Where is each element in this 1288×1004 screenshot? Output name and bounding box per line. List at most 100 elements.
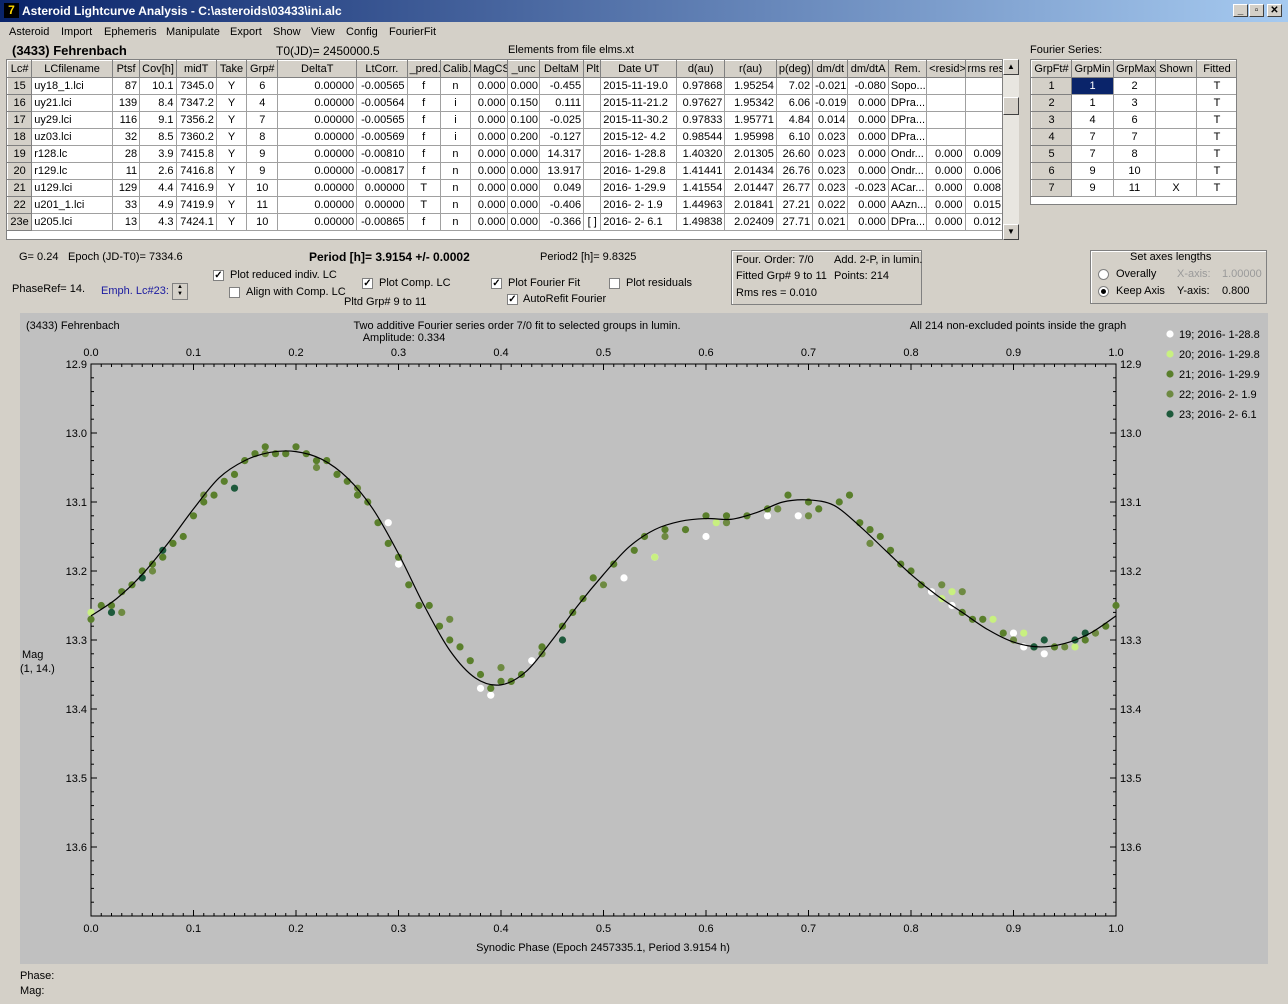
lc-cell[interactable] [583,145,602,163]
fourier-row-number[interactable]: 3 [1031,111,1072,129]
lc-cell[interactable]: 13.917 [538,162,585,180]
lc-cell[interactable]: 6.06 [775,94,814,112]
lc-cell[interactable] [583,196,602,214]
lc-cell[interactable]: 0.000 [470,77,509,95]
lc-col-header[interactable]: dm/dtA [847,60,889,78]
lc-cell[interactable]: 0.000 [507,145,540,163]
lc-cell[interactable]: 1.95771 [724,111,777,129]
lc-row-number[interactable]: 20 [7,162,33,180]
lc-cell[interactable]: 0.049 [538,179,585,197]
lc-cell[interactable]: uz03.lci [31,128,113,146]
fourier-col-header[interactable]: GrpMax [1113,60,1156,78]
lc-cell[interactable] [926,94,966,112]
keep-axis-radio[interactable] [1098,286,1109,297]
lc-col-header[interactable]: d(au) [675,60,726,78]
lc-cell[interactable]: 0.00000 [277,179,358,197]
lc-col-header[interactable]: Plt [583,60,602,78]
lc-cell[interactable]: 4.9 [139,196,177,214]
lc-cell[interactable]: 2015-11-19.0 [600,77,677,95]
lc-cell[interactable]: 11 [111,162,141,180]
overally-radio[interactable] [1098,269,1109,280]
lc-cell[interactable]: T [406,179,441,197]
lc-col-header[interactable]: Date UT [600,60,677,78]
lc-cell[interactable] [964,128,1002,146]
scroll-down-icon[interactable]: ▼ [1003,224,1019,240]
lc-cell[interactable]: 2.01305 [724,145,777,163]
lc-cell[interactable]: -0.023 [847,179,889,197]
lc-col-header[interactable]: p(deg) [775,60,814,78]
lc-cell[interactable]: 0.00000 [277,111,358,129]
lc-cell[interactable]: Y [215,77,248,95]
fourier-table-row[interactable]: 213 T [1031,94,1236,112]
fourier-row-number[interactable]: 4 [1031,128,1072,146]
lc-col-header[interactable]: LCfilename [31,60,113,78]
lc-col-header[interactable]: MagCS [470,60,509,78]
lc-cell[interactable]: 87 [111,77,141,95]
lc-cell[interactable]: Sopo... [887,77,928,95]
lc-row-number[interactable]: 16 [7,94,33,112]
lc-col-header[interactable]: Ptsf [111,60,141,78]
lc-cell[interactable]: 116 [111,111,141,129]
lc-cell[interactable] [926,128,966,146]
lc-col-header[interactable]: dm/dt [812,60,849,78]
lc-cell[interactable]: 0.009 [964,145,1002,163]
lc-cell[interactable]: -0.00865 [356,213,408,231]
lc-cell[interactable]: 26.77 [775,179,814,197]
scroll-thumb[interactable] [1003,97,1019,115]
lc-cell[interactable]: 1.40320 [675,145,726,163]
lc-cell[interactable]: 0.00000 [277,94,358,112]
lc-cell[interactable]: 1.95342 [724,94,777,112]
lc-cell[interactable]: Ondr... [887,162,928,180]
plot-comp-checkbox[interactable]: ✓ [362,278,373,289]
table-scrollbar[interactable]: ▲ ▼ [1003,59,1019,240]
lc-col-header[interactable]: Take [215,60,248,78]
fourier-table-row[interactable]: 7 9 11 X T [1031,179,1236,197]
lc-cell[interactable]: 2.01434 [724,162,777,180]
lc-cell[interactable]: 0.000 [470,94,509,112]
lc-cell[interactable]: 14.317 [538,145,585,163]
lc-cell[interactable]: 2015-12- 4.2 [600,128,677,146]
lc-cell[interactable]: -0.021 [812,77,849,95]
lc-cell[interactable]: 0.200 [507,128,540,146]
lc-col-header[interactable]: <resid> [926,60,966,78]
lc-cell[interactable]: 2016- 2- 6.1 [600,213,677,231]
lc-cell[interactable]: f [406,162,441,180]
lc-cell[interactable]: DPra... [887,94,928,112]
lc-cell[interactable]: Y [215,128,248,146]
lc-col-header[interactable]: Calib. [439,60,472,78]
lc-cell[interactable]: n [439,196,472,214]
lc-cell[interactable]: 13 [111,213,141,231]
lc-cell[interactable]: 0.97627 [675,94,726,112]
lc-cell[interactable]: 1.44963 [675,196,726,214]
lc-cell[interactable]: 0.97833 [675,111,726,129]
lc-cell[interactable]: 0.023 [812,128,849,146]
lc-cell[interactable]: -0.00564 [356,94,408,112]
lc-cell[interactable]: 0.008 [964,179,1002,197]
fourier-row-number[interactable]: 2 [1031,94,1072,112]
lc-cell[interactable]: 4.4 [139,179,177,197]
lc-cell[interactable]: 4.3 [139,213,177,231]
lc-cell[interactable]: 8 [246,128,279,146]
lc-cell[interactable]: 0.00000 [356,179,408,197]
lc-cell[interactable] [964,77,1002,95]
lc-cell[interactable] [964,111,1002,129]
lc-cell[interactable]: 2016- 1-29.8 [600,162,677,180]
lc-cell[interactable]: f [406,145,441,163]
fourier-col-header[interactable]: Fitted [1196,60,1236,78]
lc-cell[interactable]: 0.97868 [675,77,726,95]
plot-reduced-checkbox[interactable]: ✓ [213,270,224,281]
lc-cell[interactable]: -0.025 [538,111,585,129]
lc-cell[interactable]: 129 [111,179,141,197]
fourier-table-row[interactable]: 6 9 10 T [1031,162,1236,180]
scroll-up-icon[interactable]: ▲ [1003,59,1019,75]
lc-cell[interactable] [583,77,602,95]
lc-cell[interactable]: uy21.lci [31,94,113,112]
lc-cell[interactable]: 0.000 [470,145,509,163]
fourier-cell[interactable] [1155,111,1197,129]
fourier-cell[interactable]: 7 [1071,145,1114,163]
lc-cell[interactable]: 0.023 [812,162,849,180]
lc-cell[interactable]: 8.4 [139,94,177,112]
fourier-cell[interactable]: 4 [1071,111,1114,129]
lc-cell[interactable]: Y [215,111,248,129]
lc-col-header[interactable]: _pred. [406,60,441,78]
